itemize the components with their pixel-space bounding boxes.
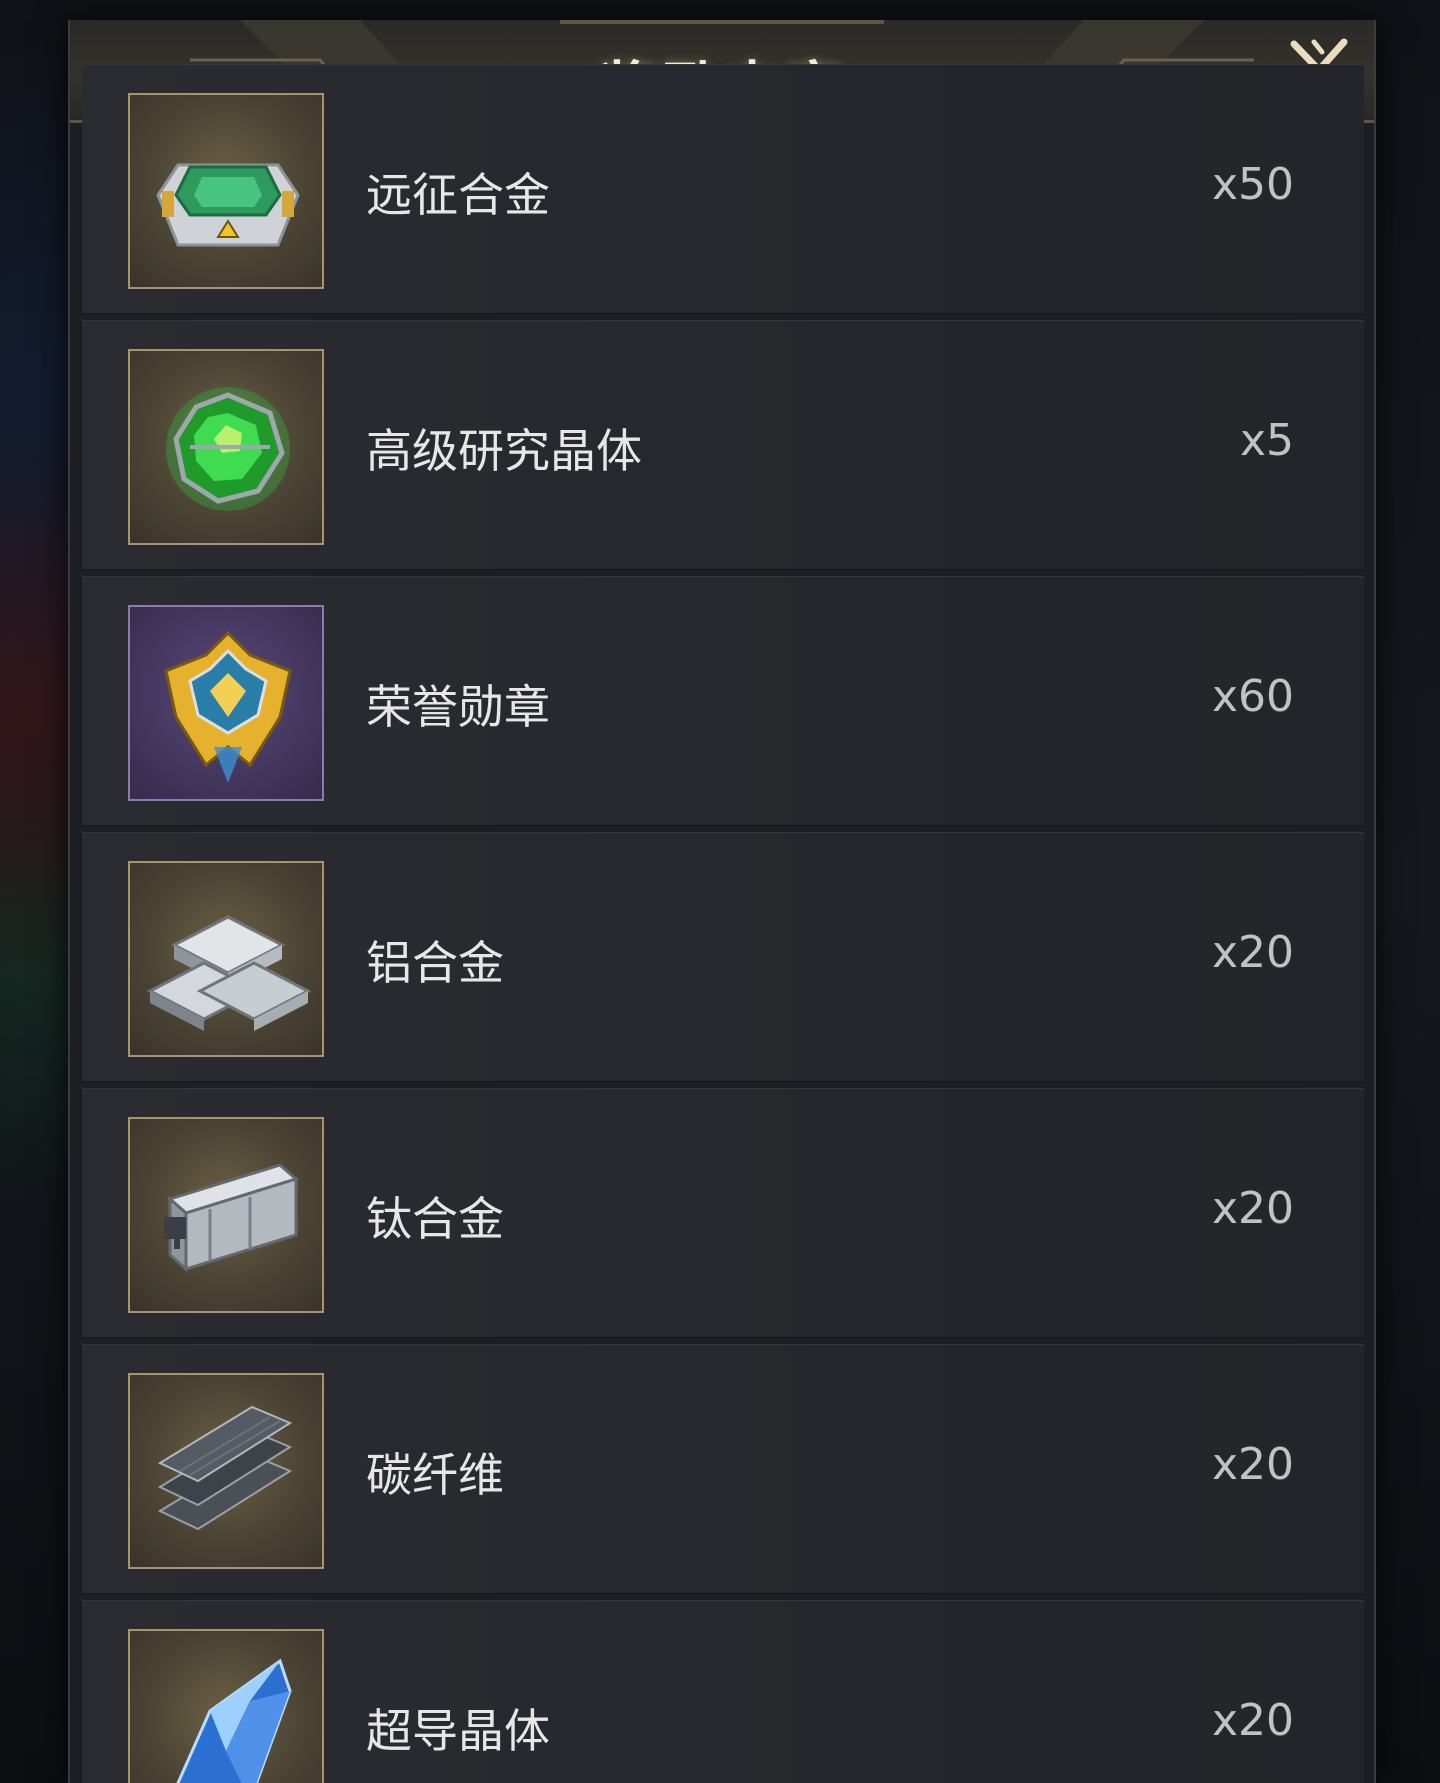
reward-row: 超导晶体 x20 <box>82 1600 1364 1783</box>
reward-row: 荣誉勋章 x60 <box>82 576 1364 826</box>
superconductor-crystal-icon <box>176 1658 292 1783</box>
reward-name: 荣誉勋章 <box>366 680 550 734</box>
titanium-alloy-icon <box>164 1163 300 1273</box>
reward-icon-frame <box>128 93 324 289</box>
reward-icon-frame <box>128 349 324 545</box>
reward-name: 远征合金 <box>366 168 550 222</box>
reward-row: 高级研究晶体 x5 <box>82 320 1364 570</box>
advanced-research-crystal-icon <box>166 387 290 511</box>
reward-icon-frame <box>128 605 324 801</box>
expedition-alloy-icon <box>156 163 300 247</box>
reward-row: 铝合金 x20 <box>82 832 1364 1082</box>
reward-name: 铝合金 <box>366 936 504 990</box>
reward-quantity: x5 <box>1239 415 1294 466</box>
reward-quantity: x50 <box>1211 159 1294 210</box>
honor-medal-icon <box>164 630 292 783</box>
reward-icon-frame <box>128 1629 324 1783</box>
reward-quantity: x60 <box>1211 671 1294 722</box>
aluminum-alloy-icon <box>146 915 312 1031</box>
reward-icon-frame <box>128 861 324 1057</box>
reward-icon-frame <box>128 1373 324 1569</box>
reward-name: 超导晶体 <box>366 1704 550 1758</box>
reward-icon-frame <box>128 1117 324 1313</box>
reward-row: 碳纤维 x20 <box>82 1344 1364 1594</box>
reward-name: 高级研究晶体 <box>366 424 642 478</box>
reward-quantity: x20 <box>1211 927 1294 978</box>
reward-name: 钛合金 <box>366 1192 504 1246</box>
reward-quantity: x20 <box>1211 1695 1294 1746</box>
reward-quantity: x20 <box>1211 1439 1294 1490</box>
reward-name: 碳纤维 <box>366 1448 504 1502</box>
reward-dialog: 奖励内容 远征合金 x50 <box>68 20 1376 1783</box>
carbon-fiber-icon <box>157 1405 293 1531</box>
reward-quantity: x20 <box>1211 1183 1294 1234</box>
reward-row: 钛合金 x20 <box>82 1088 1364 1338</box>
reward-row: 远征合金 x50 <box>82 64 1364 314</box>
